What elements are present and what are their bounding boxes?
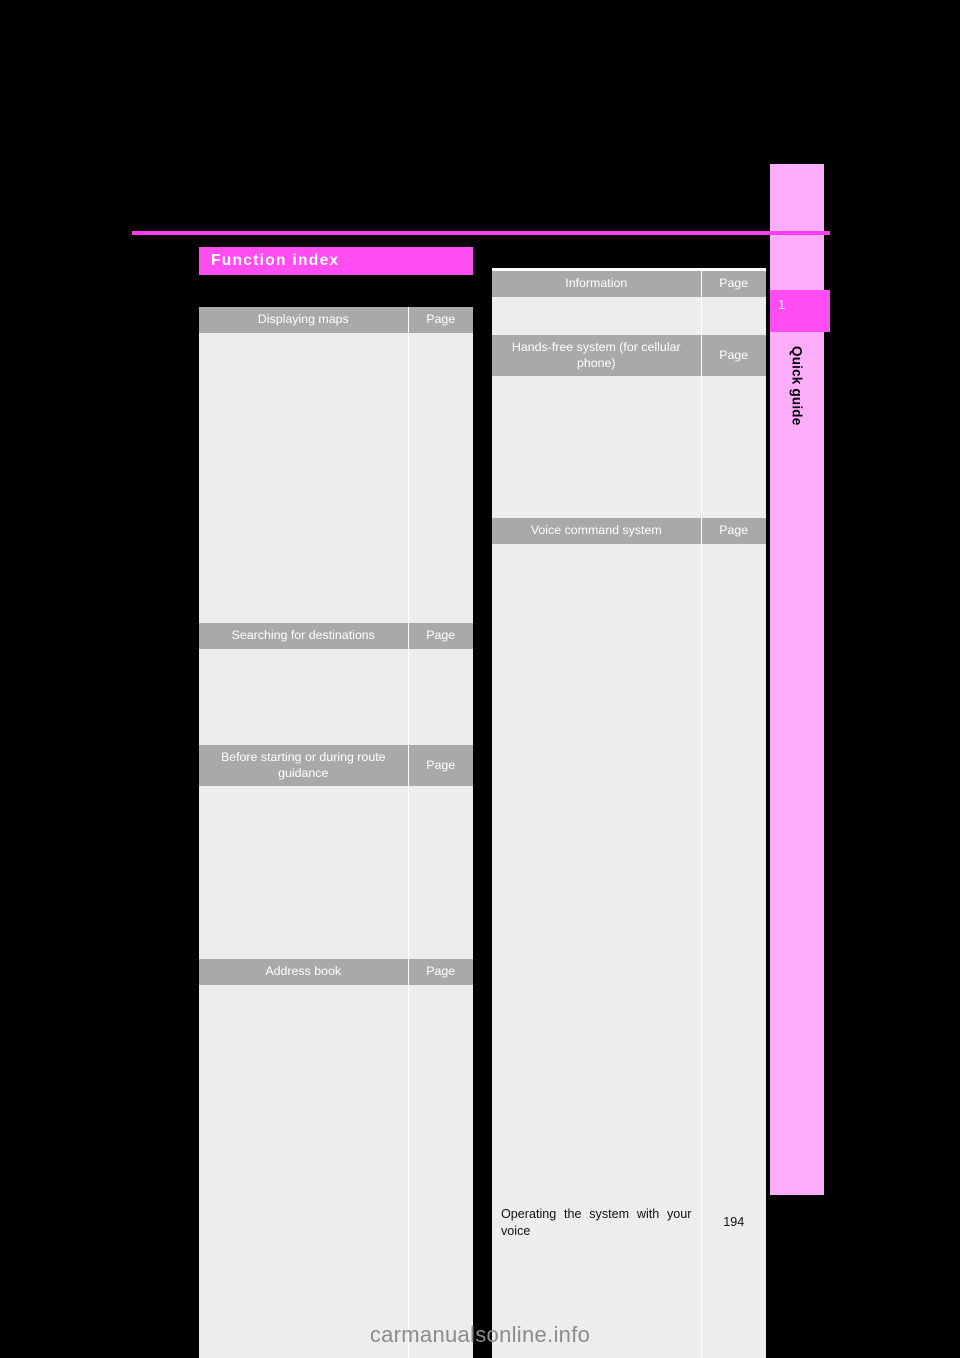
row-label: Operating the system with your voice bbox=[492, 543, 701, 1358]
table-header-category: Hands-free system (for cellular phone) bbox=[492, 335, 701, 376]
row-label: Registering address book entries bbox=[199, 984, 408, 1358]
table-header-category: Voice command system bbox=[492, 518, 701, 544]
table-body: Operating the system with your voice 194 bbox=[492, 543, 766, 1358]
table-header-category: Before starting or during route guidance bbox=[199, 745, 408, 786]
table-header-category: Information bbox=[492, 271, 701, 297]
site-watermark: carmanualsonline.info bbox=[369, 1322, 591, 1347]
table-address-book: Address book Page Registering address bo… bbox=[199, 959, 473, 1358]
table-row: Registering address book entries92 bbox=[199, 984, 473, 1358]
table-header-page: Page bbox=[700, 335, 766, 376]
page-title: Function index bbox=[199, 247, 473, 275]
table-header-page: Page bbox=[407, 745, 473, 786]
row-page-number: 194 bbox=[700, 543, 766, 1358]
header-rule bbox=[132, 231, 830, 235]
manual-page: 1 Quick guide Function index Displaying … bbox=[0, 0, 960, 1358]
table-voice-command-system: Voice command system Page Operating the … bbox=[492, 518, 766, 1358]
table-body: Registering address book entries92Markin… bbox=[199, 984, 473, 1358]
chapter-number: 1 bbox=[778, 297, 786, 312]
chapter-label: Quick guide bbox=[770, 340, 824, 520]
table-header-category: Searching for destinations bbox=[199, 623, 408, 649]
chapter-tab-marker[interactable]: 1 bbox=[770, 290, 830, 332]
table-header-page: Page bbox=[407, 623, 473, 649]
row-page-number: 92 bbox=[407, 984, 473, 1358]
table-header-category: Address book bbox=[199, 959, 408, 985]
table-row: Operating the system with your voice 194 bbox=[492, 543, 766, 1358]
table-header-page: Page bbox=[407, 307, 473, 333]
table-header-page: Page bbox=[407, 959, 473, 985]
table-header-page: Page bbox=[700, 518, 766, 544]
page-title-text: Function index bbox=[211, 252, 340, 269]
table-header-page: Page bbox=[700, 271, 766, 297]
table-header-category: Displaying maps bbox=[199, 307, 408, 333]
chapter-label-text: Quick guide bbox=[789, 346, 805, 426]
